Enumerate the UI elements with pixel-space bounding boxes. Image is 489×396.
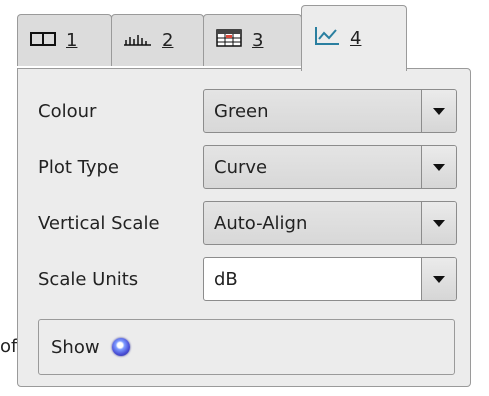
- tab-4[interactable]: 4: [301, 5, 407, 71]
- settings-panel: Colour Green Plot Type Curve Vertical Sc…: [17, 68, 471, 387]
- plot-type-dropdown-button[interactable]: [421, 146, 456, 188]
- plot-type-label: Plot Type: [38, 157, 119, 178]
- plot-type-select[interactable]: Curve: [203, 145, 457, 189]
- chevron-down-icon: [433, 275, 445, 283]
- scale-units-label: Scale Units: [38, 269, 139, 290]
- chevron-down-icon: [433, 163, 445, 171]
- chevron-down-icon: [433, 219, 445, 227]
- vertical-scale-label: Vertical Scale: [38, 213, 160, 234]
- tab-1[interactable]: 1: [17, 14, 112, 66]
- plot-type-value: Curve: [214, 156, 268, 178]
- scale-units-row: Scale Units dB: [38, 257, 458, 303]
- colour-select[interactable]: Green: [203, 89, 457, 133]
- colour-value: Green: [214, 100, 269, 122]
- scale-units-combo[interactable]: dB: [203, 257, 457, 301]
- colour-row: Colour Green: [38, 89, 458, 135]
- show-label: Show: [51, 336, 100, 358]
- tab-1-number: 1: [66, 30, 78, 51]
- truncated-label: of: [0, 336, 18, 357]
- plot-type-row: Plot Type Curve: [38, 145, 458, 191]
- tab-4-number: 4: [350, 28, 362, 49]
- vertical-scale-row: Vertical Scale Auto-Align: [38, 201, 458, 247]
- tab-2[interactable]: 2: [111, 14, 204, 66]
- line-chart-icon: [314, 26, 340, 51]
- vertical-scale-value: Auto-Align: [214, 212, 308, 234]
- scale-units-dropdown-button[interactable]: [421, 258, 456, 300]
- show-indicator-icon[interactable]: [111, 338, 130, 356]
- tab-3[interactable]: 3: [203, 14, 302, 66]
- vertical-scale-select[interactable]: Auto-Align: [203, 201, 457, 245]
- chevron-down-icon: [433, 107, 445, 115]
- tab-2-number: 2: [162, 30, 174, 51]
- colour-dropdown-button[interactable]: [421, 90, 456, 132]
- vertical-scale-dropdown-button[interactable]: [421, 202, 456, 244]
- colour-label: Colour: [38, 101, 97, 122]
- panel-split-icon: [30, 30, 56, 51]
- show-group: Show: [38, 319, 455, 375]
- scale-units-input[interactable]: dB: [204, 269, 421, 290]
- table-grid-icon: [216, 29, 242, 52]
- histogram-icon: [124, 30, 152, 51]
- tab-3-number: 3: [252, 30, 264, 51]
